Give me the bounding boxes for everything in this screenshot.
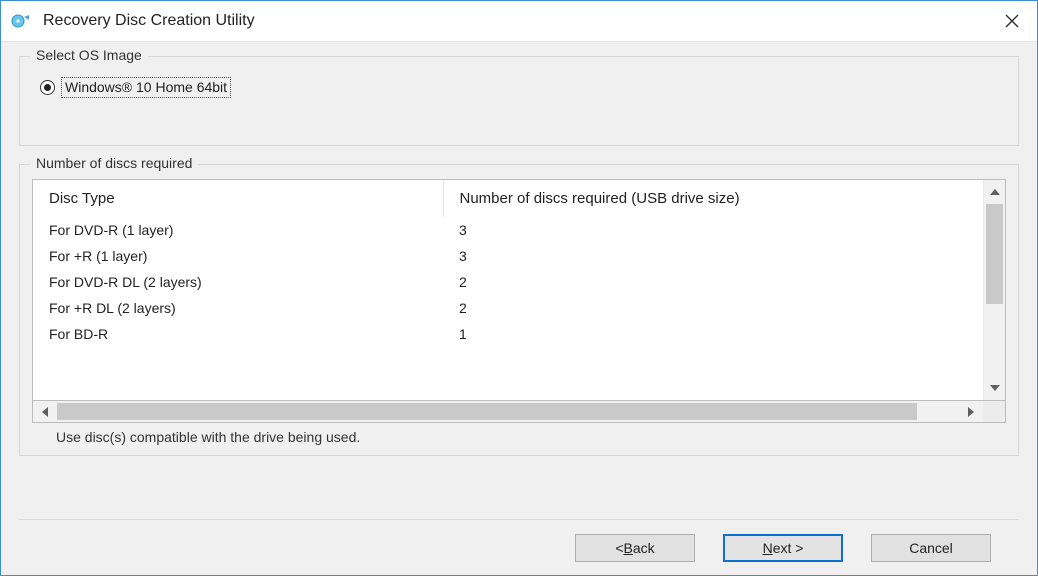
vscroll-thumb[interactable] [986,204,1003,304]
chevron-up-icon [990,189,1000,195]
cell-disc-type: For BD-R [33,321,443,347]
next-button[interactable]: Next > [723,534,843,562]
app-icon [11,13,31,29]
cell-disc-type: For DVD-R (1 layer) [33,217,443,243]
cancel-button[interactable]: Cancel [871,534,991,562]
discs-legend: Number of discs required [30,155,198,171]
scroll-left-button[interactable] [33,401,57,422]
scroll-right-button[interactable] [959,401,983,422]
os-image-group: Select OS Image Windows® 10 Home 64bit [19,56,1019,146]
table-row[interactable]: For BD-R 1 [33,321,983,347]
chevron-right-icon [968,407,974,417]
discs-required-group: Number of discs required Disc Type Numbe… [19,164,1019,456]
window-title: Recovery Disc Creation Utility [43,12,987,30]
cell-disc-count: 3 [443,243,983,269]
chevron-left-icon [42,407,48,417]
radio-icon [40,80,55,95]
scroll-up-button[interactable] [984,180,1005,204]
chevron-down-icon [990,385,1000,391]
vertical-scrollbar[interactable] [983,180,1005,400]
disc-table-wrap: Disc Type Number of discs required (USB … [32,179,1006,401]
back-button[interactable]: < Back [575,534,695,562]
scroll-down-button[interactable] [984,376,1005,400]
table-row[interactable]: For +R DL (2 layers) 2 [33,295,983,321]
hscroll-thumb[interactable] [57,403,917,420]
table-row[interactable]: For DVD-R DL (2 layers) 2 [33,269,983,295]
scroll-corner [983,401,1005,422]
table-row[interactable]: For +R (1 layer) 3 [33,243,983,269]
cell-disc-type: For +R (1 layer) [33,243,443,269]
titlebar: Recovery Disc Creation Utility [1,1,1037,41]
cell-disc-type: For +R DL (2 layers) [33,295,443,321]
button-bar: < Back Next > Cancel [19,519,1019,575]
table-row[interactable]: For DVD-R (1 layer) 3 [33,217,983,243]
cell-disc-count: 2 [443,295,983,321]
os-image-legend: Select OS Image [30,47,148,63]
cell-disc-count: 3 [443,217,983,243]
content-area: Select OS Image Windows® 10 Home 64bit N… [1,41,1037,575]
cell-disc-count: 2 [443,269,983,295]
cell-disc-count: 1 [443,321,983,347]
disc-table: Disc Type Number of discs required (USB … [33,180,983,347]
close-icon [1005,14,1019,28]
header-disc-count: Number of discs required (USB drive size… [443,180,983,217]
compat-hint: Use disc(s) compatible with the drive be… [32,423,1006,445]
os-option-radio[interactable]: Windows® 10 Home 64bit [40,77,231,98]
os-option-label: Windows® 10 Home 64bit [61,77,231,98]
cell-disc-type: For DVD-R DL (2 layers) [33,269,443,295]
table-header-row: Disc Type Number of discs required (USB … [33,180,983,217]
header-disc-type: Disc Type [33,180,443,217]
horizontal-scrollbar[interactable] [32,401,1006,423]
vscroll-track[interactable] [984,204,1005,376]
window: Recovery Disc Creation Utility Select OS… [0,0,1038,576]
disc-table-body: Disc Type Number of discs required (USB … [33,180,983,400]
hscroll-track[interactable] [57,401,959,422]
close-button[interactable] [987,5,1037,37]
